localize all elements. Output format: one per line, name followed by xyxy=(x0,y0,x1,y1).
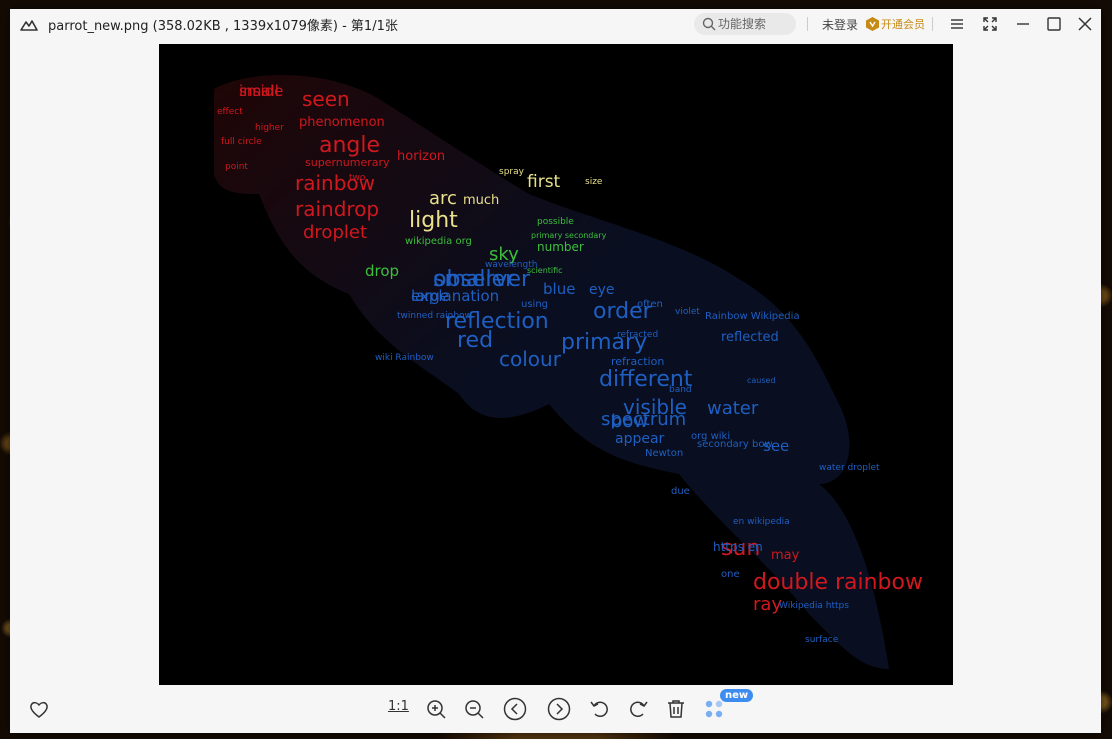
wordcloud-word-yellow: light xyxy=(409,208,458,233)
trash-icon xyxy=(668,700,684,718)
zoom-in-button[interactable] xyxy=(424,697,448,721)
maximize-button[interactable] xyxy=(1044,14,1064,34)
wordcloud-word-red: raindrop xyxy=(295,197,379,221)
zoom-in-icon xyxy=(427,700,446,719)
wordcloud-word-blue: using xyxy=(521,299,548,310)
wordcloud-word-green: possible xyxy=(537,217,574,227)
wordcloud-word-red: two xyxy=(349,173,366,183)
rotate-right-icon xyxy=(630,701,648,718)
window-title: parrot_new.png (358.02KB , 1339x1079像素) … xyxy=(48,19,398,34)
wordcloud-word-red: point xyxy=(225,162,248,172)
wordcloud-word-blue: surface xyxy=(805,635,839,645)
rotate-left-icon xyxy=(590,701,608,718)
divider xyxy=(807,17,808,31)
wordcloud-word-green: number xyxy=(537,240,584,254)
image-viewer-window: parrot_new.png (358.02KB , 1339x1079像素) … xyxy=(10,9,1101,733)
login-link[interactable]: 未登录 xyxy=(822,16,858,33)
wordcloud-word-red: small xyxy=(239,82,279,100)
divider xyxy=(932,17,933,31)
wordcloud-word-green: primary secondary xyxy=(531,231,607,240)
wordcloud-word-blue: water xyxy=(707,398,759,419)
previous-image-button[interactable] xyxy=(503,697,527,721)
search-input[interactable] xyxy=(718,15,792,33)
minimize-button[interactable] xyxy=(1013,14,1033,34)
wordcloud-word-red: may xyxy=(771,548,800,563)
wordcloud-word-blue: one xyxy=(721,569,740,580)
chevron-right-circle-icon xyxy=(547,697,571,721)
wordcloud-word-red: higher xyxy=(255,123,284,133)
wordcloud-word-blue: red xyxy=(457,328,493,353)
actual-size-button[interactable]: 1:1 xyxy=(388,699,409,714)
wordcloud-word-red: double rainbow xyxy=(753,570,923,595)
parrot-wordcloud-image: inside seenphenomenonangle horizonrainbowr… xyxy=(214,75,923,670)
wordcloud-word-blue: twinned rainbow xyxy=(397,311,472,321)
wordcloud-word-blue: org wiki xyxy=(691,431,730,442)
favorite-button[interactable] xyxy=(27,697,51,721)
wordcloud-word-green: wikipedia org xyxy=(405,236,472,247)
new-badge: new xyxy=(720,689,754,702)
wordcloud-word-yellow: first xyxy=(527,172,561,192)
heart-icon xyxy=(30,701,48,718)
vip-gem-icon xyxy=(866,17,879,31)
wordcloud-word-yellow: size xyxy=(585,177,603,187)
wordcloud-word-blue: violet xyxy=(675,307,700,317)
image-viewport[interactable]: inside seen phenomenon angle horizon rainbow r… xyxy=(159,44,953,685)
wordcloud-word-blue: often xyxy=(637,299,663,310)
wordcloud-word-blue: large xyxy=(411,287,449,305)
wordcloud-word-blue: water droplet xyxy=(819,463,880,473)
wordcloud-word-blue: blue xyxy=(543,280,575,298)
wordcloud-word-blue: Rainbow Wikipedia xyxy=(705,311,800,322)
hamburger-icon xyxy=(951,19,963,29)
wordcloud-word-green: drop xyxy=(365,262,399,280)
close-button[interactable] xyxy=(1075,14,1095,34)
wordcloud-word-red: effect xyxy=(217,107,243,117)
search-icon xyxy=(702,17,716,31)
wordcloud-word-blue: colour xyxy=(499,347,562,371)
wordcloud-word-red: supernumerary xyxy=(305,156,390,169)
wordcloud-word-red: horizon xyxy=(397,149,445,164)
menu-button[interactable] xyxy=(947,14,967,34)
wordcloud-word-red: full circle xyxy=(221,137,262,147)
zoom-out-icon xyxy=(465,700,484,719)
wordcloud-word-blue: band xyxy=(669,385,692,395)
wordcloud-word-blue: wiki Rainbow xyxy=(375,353,434,363)
next-image-button[interactable] xyxy=(547,697,571,721)
zoom-out-button[interactable] xyxy=(462,697,486,721)
feature-search[interactable] xyxy=(694,13,796,35)
wordcloud-word-blue: refracted xyxy=(617,330,658,340)
wordcloud-word-blue: appear xyxy=(615,431,665,447)
wordcloud-word-yellow: much xyxy=(463,193,499,208)
wordcloud-word-blue: en wikipedia xyxy=(733,517,790,527)
wordcloud-word-blue: Newton xyxy=(645,448,683,459)
wordcloud-word-blue: spectrum xyxy=(601,409,686,430)
chevron-left-circle-icon xyxy=(503,697,527,721)
wordcloud-word-red: droplet xyxy=(303,222,367,243)
wordcloud-word-blue: reflected xyxy=(721,330,779,345)
maximize-icon xyxy=(1047,17,1061,31)
rotate-right-button[interactable] xyxy=(626,697,650,721)
minimize-icon xyxy=(1017,23,1029,25)
wordcloud-word-yellow: spray xyxy=(499,167,525,177)
wordcloud-word-red: angle xyxy=(319,133,380,158)
wordcloud-word-red: seen xyxy=(302,87,350,111)
wordcloud-word-blue: caused xyxy=(747,376,776,385)
vip-label: 开通会员 xyxy=(881,18,925,31)
landscape-icon xyxy=(20,20,38,31)
wordcloud-word-red: phenomenon xyxy=(299,115,385,130)
wordcloud-word-blue: eye xyxy=(589,282,615,298)
delete-button[interactable] xyxy=(664,697,688,721)
close-icon xyxy=(1078,17,1092,31)
wordcloud-word-blue: due xyxy=(671,486,690,497)
wordcloud-word-yellow: arc xyxy=(429,188,457,209)
wordcloud-word-blue: https en xyxy=(713,540,763,554)
rotate-left-button[interactable] xyxy=(588,697,612,721)
wordcloud-word-blue: Wikipedia https xyxy=(779,601,849,611)
fullscreen-icon xyxy=(983,17,997,31)
fullscreen-button[interactable] xyxy=(980,14,1000,34)
title-bar[interactable]: parrot_new.png (358.02KB , 1339x1079像素) … xyxy=(10,9,1101,39)
